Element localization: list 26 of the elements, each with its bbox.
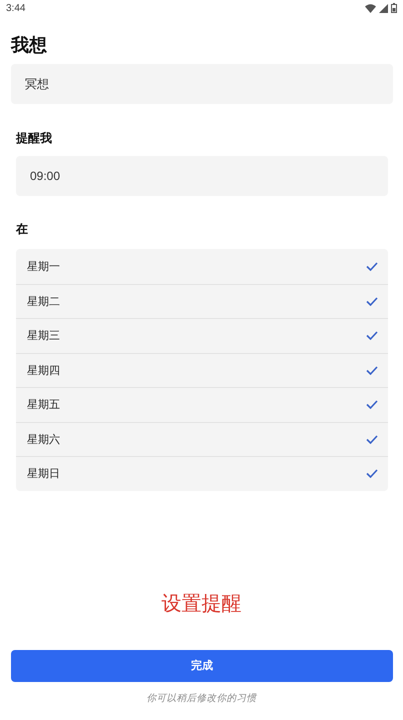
- status-time: 3:44: [6, 2, 26, 14]
- day-option[interactable]: 星期日: [16, 456, 388, 490]
- day-name: 星期三: [27, 329, 60, 344]
- day-option[interactable]: 星期三: [16, 318, 388, 352]
- signal-icon: [379, 4, 388, 12]
- section-label: 在: [16, 221, 29, 237]
- set-reminder-heading: 设置提醒: [160, 592, 242, 616]
- day-option[interactable]: 星期五: [16, 387, 388, 422]
- day-name: 星期二: [27, 294, 60, 309]
- footnote: 你可以稍后修改你的习惯: [146, 692, 258, 704]
- day-name: 星期一: [27, 260, 60, 274]
- day-name: 星期日: [27, 467, 60, 482]
- time-field[interactable]: 09:00: [16, 156, 388, 196]
- day-option[interactable]: 星期二: [16, 284, 388, 318]
- day-option[interactable]: 星期六: [16, 422, 388, 456]
- done-button[interactable]: 完成: [11, 650, 393, 682]
- habit-field[interactable]: 冥想: [11, 64, 393, 104]
- day-name: 星期四: [27, 364, 60, 378]
- day-name: 星期六: [27, 432, 60, 447]
- section-label: 提醒我: [16, 130, 53, 146]
- day-option[interactable]: 星期一: [16, 249, 388, 284]
- day-name: 星期五: [27, 398, 60, 412]
- wifi-icon: [365, 4, 376, 12]
- battery-icon: [391, 3, 397, 13]
- day-option[interactable]: 星期四: [16, 352, 388, 387]
- section-title: 我想: [11, 34, 48, 55]
